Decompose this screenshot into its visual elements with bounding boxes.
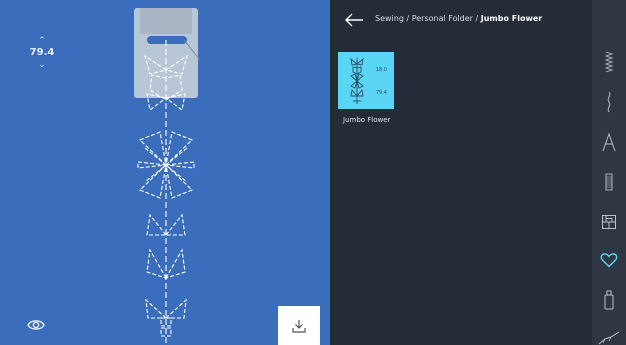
breadcrumb-current: Jumbo Flower — [480, 14, 543, 23]
quilt-stitches-icon — [602, 215, 616, 229]
alphabets-icon — [602, 132, 616, 152]
breadcrumb: Sewing / Personal Folder / Jumbo Flower — [375, 14, 542, 23]
flower-stitch-thumbnail-icon — [350, 57, 364, 104]
memory-icon — [604, 290, 614, 310]
chevron-down-icon[interactable]: ⌄ — [28, 60, 56, 70]
buttonholes-icon — [605, 173, 613, 191]
sidebar-item-tapering[interactable] — [592, 318, 626, 345]
stitch-tile[interactable]: 18.0 79.4 — [338, 52, 394, 109]
tile-label: Jumbo Flower — [343, 116, 391, 124]
stitch-canvas[interactable]: ⌃ 79.4 ⌄ — [0, 0, 330, 345]
presser-foot — [134, 8, 201, 98]
personal-folder-panel: Sewing / Personal Folder / Jumbo Flower … — [330, 0, 592, 345]
eye-icon[interactable] — [27, 317, 45, 331]
sidebar-item-quilt[interactable] — [592, 202, 626, 242]
header-bar: Sewing / Personal Folder / Jumbo Flower — [330, 0, 592, 40]
category-sidebar — [592, 0, 626, 345]
sidebar-item-memory[interactable] — [592, 280, 626, 320]
sidebar-item-buttonholes[interactable] — [592, 162, 626, 202]
arrow-left-icon[interactable] — [344, 12, 364, 27]
sidebar-item-alphabets[interactable] — [592, 122, 626, 162]
sidebar-item-personal-folder[interactable] — [592, 240, 626, 280]
personal-folder-heart-icon — [600, 253, 618, 268]
tile-value-width: 18.0 — [375, 67, 387, 73]
tapering-icon — [598, 331, 620, 345]
utility-stitches-icon — [604, 51, 614, 73]
stitch-length-control: ⌃ 79.4 ⌄ — [28, 36, 56, 70]
tile-value-length: 79.4 — [375, 90, 387, 96]
download-tray-icon — [292, 319, 306, 333]
sidebar-item-decorative[interactable] — [592, 82, 626, 122]
breadcrumb-path[interactable]: Sewing / Personal Folder / — [375, 14, 481, 23]
import-button[interactable] — [278, 306, 320, 345]
stitch-length-value: 79.4 — [29, 47, 55, 58]
decorative-stitches-icon — [607, 91, 611, 113]
sidebar-item-utility[interactable] — [592, 42, 626, 82]
chevron-up-icon[interactable]: ⌃ — [28, 36, 56, 46]
